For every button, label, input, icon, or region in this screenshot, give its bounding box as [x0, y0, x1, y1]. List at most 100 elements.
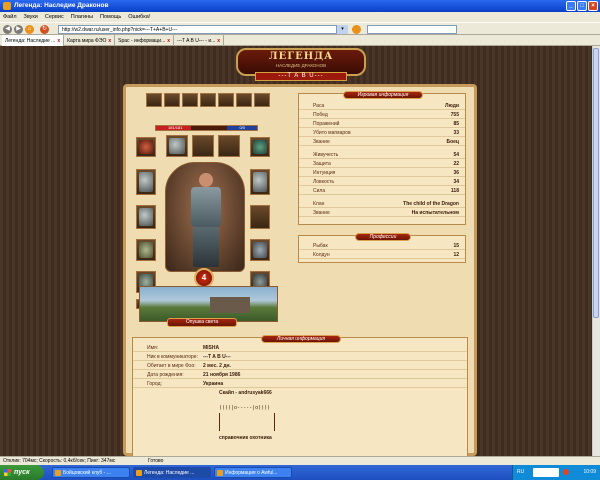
page-content: ЛЕГЕНДА НАСЛЕДИЕ ДРАКОНОВ ---T A B U---	[0, 46, 600, 456]
info-row: Рыбак 15	[299, 242, 465, 250]
info-row: Ник в коммуникаторе: ---T A B U---	[133, 353, 467, 361]
belt-slot[interactable]	[146, 93, 162, 107]
helmet-icon	[169, 138, 185, 154]
taskbar: пуск Бойцовский клуб - ... Легенда: Насл…	[0, 465, 600, 480]
menu-error[interactable]: Ошибка!	[128, 12, 150, 22]
location-label[interactable]: Опушка света	[167, 318, 237, 327]
tab-tabu[interactable]: ---T A B U--- - и... x	[174, 35, 225, 46]
info-value: Боец	[446, 139, 459, 145]
back-icon[interactable]: ◀	[3, 25, 12, 34]
app-icon	[3, 2, 11, 10]
personal-info-panel: Личная информация Имя: MISHA Ник в коммуни…	[132, 335, 468, 456]
empty-slot[interactable]	[218, 135, 240, 157]
info-value: 2 мес. 2 дн.	[203, 363, 231, 369]
info-row: Дата рождения: 21 ноября 1986	[133, 371, 467, 379]
empty-slot[interactable]	[250, 205, 270, 229]
character-avatar[interactable]	[165, 162, 245, 272]
bracers-slot[interactable]	[250, 239, 270, 261]
window-icon	[55, 470, 61, 476]
window-title: Легенда: Наследие Драконов	[14, 2, 109, 9]
location-image[interactable]	[139, 286, 278, 322]
info-row: Побед 755	[299, 111, 465, 119]
forward-icon[interactable]: ▶	[14, 25, 23, 34]
status-text: Отклик: 704мс; Скорость: 0,4кб/сек; Пинг…	[3, 458, 116, 464]
address-bar[interactable]: http://w2.dwar.ru/user_info.php?nick=---…	[58, 25, 348, 34]
info-label: Звание	[313, 210, 330, 216]
windows-flag-icon	[4, 469, 11, 476]
professions-header: Профессии	[355, 233, 411, 241]
belt-slot[interactable]	[218, 93, 234, 107]
info-value: 36	[453, 170, 459, 176]
info-row: Интуиция 36	[299, 169, 465, 177]
player-nick: ---T A B U---	[255, 72, 347, 81]
info-row: Звание Боец	[299, 138, 465, 146]
tab-close-icon[interactable]: x	[167, 38, 170, 44]
menu-file[interactable]: Файл	[3, 12, 17, 22]
menu-help[interactable]: Помощь	[100, 12, 121, 22]
info-label: Защита	[313, 161, 331, 167]
amulet-slot[interactable]	[136, 137, 156, 157]
menu-service[interactable]: Сервис	[45, 12, 64, 22]
empty-slot[interactable]	[192, 135, 214, 157]
belt-slot[interactable]	[254, 93, 270, 107]
ring-slot[interactable]	[250, 137, 270, 157]
belt-slot[interactable]	[236, 93, 252, 107]
sword-icon	[139, 172, 153, 192]
start-button[interactable]: пуск	[0, 465, 44, 480]
refresh-icon[interactable]: ↻	[40, 25, 49, 34]
language-indicator[interactable]: RU	[517, 469, 524, 475]
page-scrollbar[interactable]	[592, 46, 600, 456]
address-dropdown-icon[interactable]: ▾	[336, 25, 348, 34]
info-row: Убито магмаров 33	[299, 129, 465, 137]
search-input[interactable]	[367, 25, 457, 34]
menu-sounds[interactable]: Звуки	[24, 12, 38, 22]
tab-close-icon[interactable]: x	[57, 38, 60, 44]
tray-widget[interactable]	[533, 468, 559, 477]
tab-spac[interactable]: Spac - информаци... x	[115, 35, 175, 46]
taskbar-item[interactable]: Легенда: Наследие ...	[133, 467, 211, 478]
home-icon[interactable]: ⌂	[25, 25, 34, 34]
info-row: Клан The child of the Dragon	[299, 200, 465, 208]
info-row: Сила 118	[299, 187, 465, 195]
weapon-slot[interactable]	[136, 169, 156, 195]
menu-plugins[interactable]: Плагины	[71, 12, 93, 22]
tray-icon[interactable]	[563, 469, 569, 475]
info-row: Город: Украина	[133, 380, 467, 388]
info-label: Убито магмаров	[313, 130, 351, 136]
info-label: Дата рождения:	[147, 372, 184, 378]
belt-slot[interactable]	[164, 93, 180, 107]
info-row: Обитает в мире Фэо: 2 мес. 2 дн.	[133, 362, 467, 370]
taskbar-item[interactable]: Бойцовский клуб - ...	[52, 467, 130, 478]
info-value: Люди	[445, 103, 459, 109]
belt-slot[interactable]	[200, 93, 216, 107]
helmet-slot[interactable]	[166, 135, 188, 157]
close-button[interactable]: ×	[588, 1, 598, 11]
armor-slot[interactable]	[136, 205, 156, 229]
minimize-button[interactable]: _	[566, 1, 576, 11]
tab-close-icon[interactable]: x	[217, 38, 220, 44]
hunter-guide: справочник охотника	[219, 435, 272, 441]
info-label: Город:	[147, 381, 162, 387]
gloves-slot[interactable]	[136, 239, 156, 261]
tab-close-icon[interactable]: x	[108, 38, 111, 44]
info-label: Колдун	[313, 252, 330, 258]
level-badge: 4	[194, 268, 214, 288]
tab-world-map[interactable]: Карта мира ФЭО x	[64, 35, 116, 46]
info-label: Клан	[313, 201, 325, 207]
info-value: На испытательном	[411, 210, 459, 216]
scroll-thumb[interactable]	[593, 48, 599, 318]
ascii-frame	[219, 413, 275, 431]
house-icon	[210, 297, 250, 313]
info-value: Украина	[203, 381, 224, 387]
tab-legend[interactable]: Легенда: Наследие ... x	[2, 35, 65, 46]
info-row: Звание На испытательном	[299, 209, 465, 217]
info-value: 12	[453, 252, 459, 258]
offhand-slot[interactable]	[250, 169, 270, 195]
info-label: Интуиция	[313, 170, 336, 176]
axe-icon	[253, 172, 267, 192]
taskbar-item[interactable]: Информация о Awful...	[214, 467, 292, 478]
maximize-button[interactable]: □	[577, 1, 587, 11]
hp-value: 181/181	[168, 125, 183, 130]
go-button[interactable]	[352, 25, 361, 34]
belt-slot[interactable]	[182, 93, 198, 107]
